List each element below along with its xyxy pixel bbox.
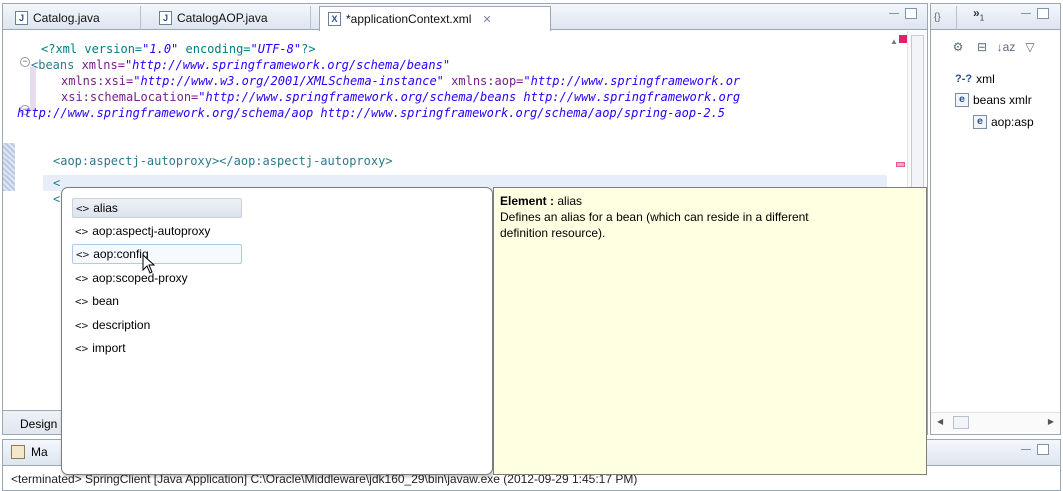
proposal-label: aop:config	[93, 247, 149, 261]
scroll-up-icon[interactable]: ▲	[890, 37, 898, 46]
outline-pane: {} »1 ⚙ ⊟ ↓az ▽ ?-? xml e beans xmlr e a…	[930, 3, 1061, 435]
proposal-item[interactable]: <> description	[72, 315, 150, 335]
proposal-label: aop:scoped-proxy	[92, 271, 188, 285]
processing-instruction-icon: ?-?	[955, 73, 973, 85]
java-file-icon: J	[15, 11, 28, 25]
minimize-icon[interactable]	[889, 13, 899, 17]
outline-horizontal-scrollbar[interactable]: ◀ ▶	[931, 412, 1060, 432]
proposal-label: description	[92, 318, 151, 332]
outline-toolbar: ⚙ ⊟ ↓az ▽	[951, 40, 1037, 54]
change-marker	[3, 175, 15, 191]
proposal-label: aop:aspectj-autoproxy	[92, 224, 211, 238]
proposal-label: import	[92, 341, 126, 355]
code-line-3: xmlns:xsi="http://www.w3.org/2001/XMLSch…	[61, 74, 741, 88]
tab-catalogaop-java[interactable]: J CatalogAOP.java	[151, 6, 311, 30]
outline-window-buttons	[1021, 8, 1049, 19]
minimize-icon[interactable]	[1021, 13, 1031, 17]
tab-label: Catalog.java	[33, 11, 100, 25]
doc-line: definition resource).	[500, 226, 606, 240]
scrollbar-thumb[interactable]	[953, 416, 969, 429]
tree-item-label: xml	[976, 72, 995, 86]
element-icon: e	[973, 115, 987, 129]
annotation-marker[interactable]	[896, 162, 905, 167]
tree-item-label: aop:asp	[991, 115, 1034, 129]
mouse-cursor-icon	[142, 254, 156, 274]
element-tag-icon: <>	[75, 271, 89, 285]
proposal-item[interactable]: <> aop:scoped-proxy	[72, 268, 188, 288]
proposal-documentation: Element : alias Defines an alias for a b…	[493, 187, 927, 475]
element-tag-icon: <>	[76, 201, 90, 215]
code-line-7: <aop:aspectj-autoproxy></aop:aspectj-aut…	[53, 154, 393, 168]
maximize-icon[interactable]	[905, 8, 917, 19]
code-line-5: http://www.springframework.org/schema/ao…	[17, 106, 726, 120]
proposal-label: alias	[93, 201, 118, 215]
outline-tab[interactable]: {}	[931, 6, 957, 30]
code-line-2: <beans xmlns="http://www.springframework…	[31, 58, 451, 72]
view-menu-icon[interactable]: ▽	[1023, 40, 1037, 54]
tree-item-aop[interactable]: e aop:asp	[973, 115, 1034, 129]
xml-file-icon: X	[328, 12, 341, 26]
editor-gutter: − −	[3, 31, 41, 407]
scroll-right-icon[interactable]: ▶	[1048, 417, 1054, 426]
maximize-icon[interactable]	[1037, 444, 1049, 455]
tab-catalog-java[interactable]: J Catalog.java	[7, 6, 141, 30]
tab-application-context-xml[interactable]: X *applicationContext.xml ✕	[319, 6, 551, 31]
element-tag-icon: <>	[75, 341, 89, 355]
proposal-item[interactable]: <> aop:aspectj-autoproxy	[72, 221, 210, 241]
doc-line: Defines an alias for a bean (which can r…	[500, 210, 809, 224]
proposal-item[interactable]: <> bean	[72, 291, 119, 311]
close-icon[interactable]: ✕	[482, 13, 491, 26]
view-overflow-button[interactable]: »1	[973, 6, 984, 22]
change-marker	[3, 159, 15, 175]
editor-window-buttons	[889, 8, 917, 19]
tree-item-beans[interactable]: e beans xmlr	[955, 93, 1032, 107]
proposal-label: bean	[92, 294, 119, 308]
proposal-item[interactable]: <> import	[72, 338, 126, 358]
tab-markers[interactable]: Ma	[11, 445, 48, 459]
code-line-1: <?xml version="1.0" encoding="UTF-8"?>	[41, 42, 316, 56]
content-assist-popup: <> alias <> aop:aspectj-autoproxy <> aop…	[61, 187, 927, 475]
code-line-4: xsi:schemaLocation="http://www.springfra…	[61, 90, 741, 104]
tab-label: Ma	[31, 445, 48, 459]
editor-tab-bar: J Catalog.java J CatalogAOP.java X *appl…	[3, 4, 927, 31]
element-tag-icon: <>	[75, 318, 89, 332]
collapse-all-icon[interactable]: ⊟	[975, 40, 989, 54]
outline-tab-bar: {} »1	[931, 4, 1060, 30]
element-tag-icon: <>	[76, 247, 90, 261]
element-tag-icon: <>	[75, 294, 89, 308]
fold-toggle-icon[interactable]: −	[20, 57, 30, 67]
tree-item-xml[interactable]: ?-? xml	[955, 72, 995, 86]
tab-label: CatalogAOP.java	[177, 11, 268, 25]
markers-icon	[11, 445, 25, 459]
sort-icon[interactable]: ↓az	[997, 40, 1016, 54]
proposal-item[interactable]: <> alias	[72, 198, 242, 218]
minimize-icon[interactable]	[1021, 449, 1031, 453]
maximize-icon[interactable]	[1037, 8, 1049, 19]
change-marker	[3, 143, 15, 159]
element-icon: e	[955, 93, 969, 107]
error-marker-icon[interactable]	[899, 35, 907, 43]
java-file-icon: J	[159, 11, 172, 25]
proposal-list[interactable]: <> alias <> aop:aspectj-autoproxy <> aop…	[61, 187, 493, 475]
doc-title: Element : alias	[500, 194, 583, 208]
element-tag-icon: <>	[75, 224, 89, 238]
scroll-left-icon[interactable]: ◀	[937, 417, 943, 426]
proposal-item[interactable]: <> aop:config	[72, 244, 242, 264]
code-line-9: <	[53, 192, 61, 206]
tab-design[interactable]: Design	[20, 417, 57, 431]
tab-label: *applicationContext.xml	[346, 12, 472, 26]
console-window-buttons	[1021, 444, 1049, 455]
filter-icon[interactable]: ⚙	[951, 40, 965, 54]
tree-item-label: beans xmlr	[973, 93, 1032, 107]
code-line-8: <	[53, 176, 61, 190]
